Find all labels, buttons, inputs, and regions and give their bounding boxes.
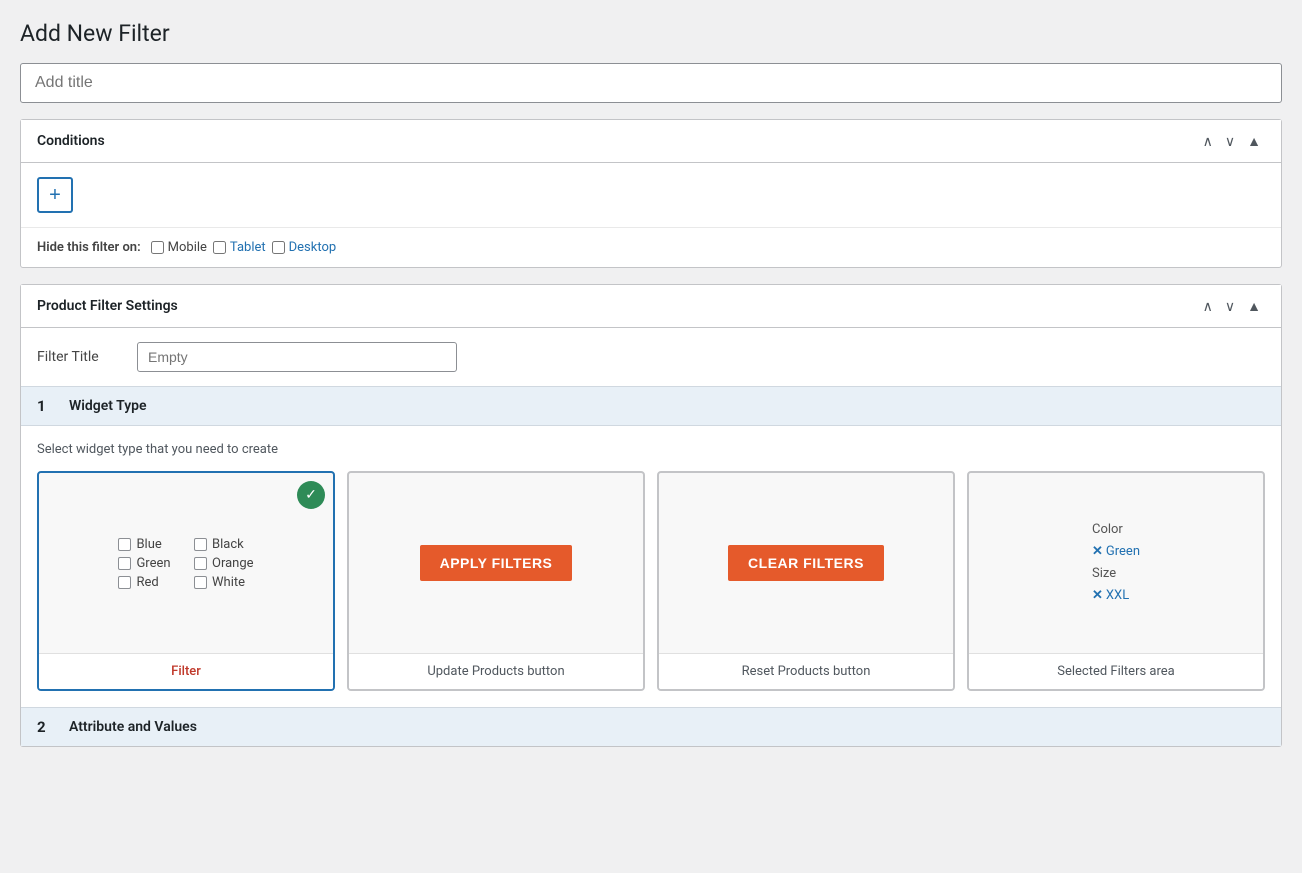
widget-card-filter[interactable]: ✓ Blue Black [37,471,335,691]
size-label: Size [1092,566,1116,581]
hide-mobile-label[interactable]: Mobile [151,240,207,255]
product-filter-toggle-btn[interactable]: ▲ [1243,297,1265,315]
hide-mobile-text: Mobile [168,240,207,255]
filter-label-orange: Orange [212,556,254,571]
filter-title-field[interactable] [137,342,457,372]
attribute-section-number: 2 [37,718,57,736]
conditions-toggle-btn[interactable]: ▲ [1243,132,1265,150]
checkbox-black [194,538,207,551]
filter-title-input[interactable] [20,63,1282,103]
checkbox-blue [118,538,131,551]
widget-card-update-content: APPLY FILTERS [349,473,643,653]
attribute-section-label: Attribute and Values [69,719,197,735]
filter-item-black: Black [194,537,254,552]
product-filter-panel-header: Product Filter Settings ∧ ∨ ▲ [21,285,1281,328]
widget-card-update-products[interactable]: APPLY FILTERS Update Products button [347,471,645,691]
checkbox-white [194,576,207,589]
filter-label-white: White [212,575,245,590]
filter-label-red: Red [136,575,158,590]
checkmark-icon: ✓ [305,487,317,503]
widget-card-update-footer: Update Products button [349,653,643,689]
widget-card-reset-products[interactable]: CLEAR FILTERS Reset Products button [657,471,955,691]
size-value: XXL [1106,588,1129,603]
filter-title-label: Filter Title [37,349,117,365]
product-filter-collapse-up-btn[interactable]: ∧ [1199,297,1217,315]
conditions-panel-header: Conditions ∧ ∨ ▲ [21,120,1281,163]
hide-filter-row: Hide this filter on: Mobile Tablet Deskt… [21,227,1281,267]
clear-filters-preview-button: CLEAR FILTERS [728,545,884,581]
widget-card-selected-content: Color ✕Green Size ✕XXL [969,473,1263,653]
filter-label-black: Black [212,537,244,552]
product-filter-collapse-down-btn[interactable]: ∨ [1221,297,1239,315]
hide-desktop-checkbox[interactable] [272,241,285,254]
color-filter-row: Color [1092,519,1140,541]
color-value-row: ✕Green [1092,541,1140,563]
attribute-section-row: 2 Attribute and Values [21,707,1281,746]
widget-type-description: Select widget type that you need to crea… [37,442,1265,457]
hide-filter-label: Hide this filter on: [37,240,141,255]
hide-mobile-checkbox[interactable] [151,241,164,254]
conditions-panel-body: + [21,163,1281,227]
selected-badge: ✓ [297,481,325,509]
hide-desktop-label[interactable]: Desktop [272,240,337,255]
color-label: Color [1092,522,1123,537]
selected-filters-preview: Color ✕Green Size ✕XXL [1092,519,1140,607]
size-value-row: ✕XXL [1092,585,1140,607]
filter-preview: Blue Black Green [118,537,253,590]
conditions-collapse-up-btn[interactable]: ∧ [1199,132,1217,150]
conditions-panel: Conditions ∧ ∨ ▲ + Hide this filter on: … [20,119,1282,268]
conditions-panel-controls: ∧ ∨ ▲ [1199,132,1265,150]
filter-item-red: Red [118,575,178,590]
widget-type-section-row: 1 Widget Type [21,386,1281,426]
widget-card-filter-footer: Filter [39,653,333,689]
conditions-collapse-down-btn[interactable]: ∨ [1221,132,1239,150]
widget-card-reset-content: CLEAR FILTERS [659,473,953,653]
widget-type-section-number: 1 [37,397,57,415]
hide-tablet-text: Tablet [230,240,266,255]
page-title: Add New Filter [20,20,1282,47]
widget-type-area: Select widget type that you need to crea… [21,426,1281,707]
size-filter-row: Size [1092,563,1140,585]
filter-label-green: Green [136,556,170,571]
filter-item-orange: Orange [194,556,254,571]
widget-type-section-label: Widget Type [69,398,147,414]
product-filter-panel-title: Product Filter Settings [37,298,178,314]
widget-card-reset-footer: Reset Products button [659,653,953,689]
color-value: Green [1106,544,1140,559]
filter-item-green: Green [118,556,178,571]
add-condition-button[interactable]: + [37,177,73,213]
checkbox-green [118,557,131,570]
conditions-panel-title: Conditions [37,133,105,149]
filter-label-blue: Blue [136,537,161,552]
product-filter-panel-controls: ∧ ∨ ▲ [1199,297,1265,315]
size-remove-icon: ✕ [1092,588,1103,603]
widget-card-filter-content: ✓ Blue Black [39,473,333,653]
color-remove-icon: ✕ [1092,544,1103,559]
filter-item-white: White [194,575,254,590]
checkbox-orange [194,557,207,570]
widget-card-selected-filters[interactable]: Color ✕Green Size ✕XXL [967,471,1265,691]
hide-tablet-checkbox[interactable] [213,241,226,254]
hide-desktop-text: Desktop [289,240,337,255]
apply-filters-preview-button: APPLY FILTERS [420,545,573,581]
product-filter-settings-panel: Product Filter Settings ∧ ∨ ▲ Filter Tit… [20,284,1282,747]
widget-cards-container: ✓ Blue Black [37,471,1265,691]
filter-title-row: Filter Title [21,328,1281,372]
hide-tablet-label[interactable]: Tablet [213,240,266,255]
checkbox-red [118,576,131,589]
filter-item-blue: Blue [118,537,178,552]
widget-card-selected-footer: Selected Filters area [969,653,1263,689]
